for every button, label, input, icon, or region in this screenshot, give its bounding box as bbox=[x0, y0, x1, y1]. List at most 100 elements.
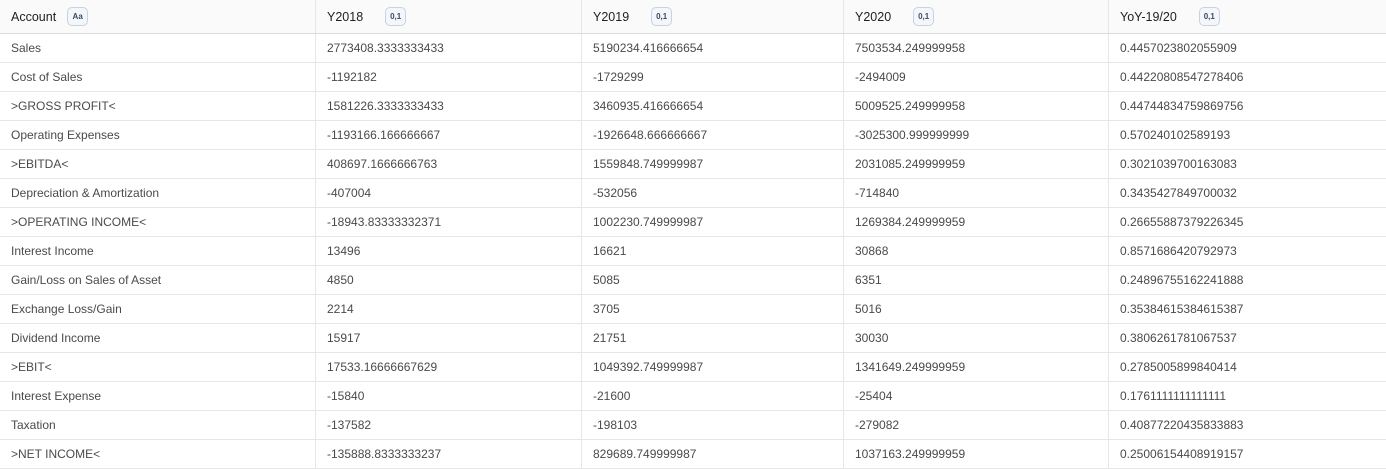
y2020-cell[interactable]: 1037163.249999959 bbox=[844, 440, 1109, 468]
table-row[interactable]: Cost of Sales -1192182 -1729299 -2494009… bbox=[0, 63, 1386, 92]
table-row[interactable]: >NET INCOME< -135888.8333333237 829689.7… bbox=[0, 440, 1386, 469]
y2019-cell[interactable]: -532056 bbox=[582, 179, 844, 207]
account-cell[interactable]: Interest Expense bbox=[0, 382, 316, 410]
yoy-cell[interactable]: 0.1761111111111111 bbox=[1109, 382, 1386, 410]
yoy-cell[interactable]: 0.44220808547278406 bbox=[1109, 63, 1386, 91]
y2018-cell[interactable]: 17533.16666667629 bbox=[316, 353, 582, 381]
account-cell[interactable]: Exchange Loss/Gain bbox=[0, 295, 316, 323]
y2019-cell[interactable]: 3705 bbox=[582, 295, 844, 323]
account-cell[interactable]: >GROSS PROFIT< bbox=[0, 92, 316, 120]
account-cell[interactable]: Sales bbox=[0, 34, 316, 62]
yoy-cell[interactable]: 0.4457023802055909 bbox=[1109, 34, 1386, 62]
y2018-cell[interactable]: -18943.83333332371 bbox=[316, 208, 582, 236]
y2020-cell[interactable]: -3025300.999999999 bbox=[844, 121, 1109, 149]
table-row[interactable]: Interest Income 13496 16621 30868 0.8571… bbox=[0, 237, 1386, 266]
y2018-cell[interactable]: 13496 bbox=[316, 237, 582, 265]
account-cell[interactable]: Depreciation & Amortization bbox=[0, 179, 316, 207]
table-row[interactable]: >EBIT< 17533.16666667629 1049392.7499999… bbox=[0, 353, 1386, 382]
account-cell[interactable]: >OPERATING INCOME< bbox=[0, 208, 316, 236]
table-row[interactable]: >EBITDA< 408697.1666666763 1559848.74999… bbox=[0, 150, 1386, 179]
y2020-cell[interactable]: 30030 bbox=[844, 324, 1109, 352]
number-type-icon[interactable]: 0,1 bbox=[385, 7, 407, 26]
y2019-cell[interactable]: -21600 bbox=[582, 382, 844, 410]
y2019-cell[interactable]: -198103 bbox=[582, 411, 844, 439]
y2018-cell[interactable]: -15840 bbox=[316, 382, 582, 410]
y2019-cell[interactable]: 1559848.749999987 bbox=[582, 150, 844, 178]
account-cell[interactable]: Dividend Income bbox=[0, 324, 316, 352]
y2018-cell[interactable]: 408697.1666666763 bbox=[316, 150, 582, 178]
table-row[interactable]: Exchange Loss/Gain 2214 3705 5016 0.3538… bbox=[0, 295, 1386, 324]
y2019-cell[interactable]: 1049392.749999987 bbox=[582, 353, 844, 381]
y2018-cell[interactable]: 4850 bbox=[316, 266, 582, 294]
number-type-icon[interactable]: 0,1 bbox=[651, 7, 673, 26]
table-row[interactable]: >GROSS PROFIT< 1581226.3333333433 346093… bbox=[0, 92, 1386, 121]
y2019-cell[interactable]: 3460935.416666654 bbox=[582, 92, 844, 120]
account-cell[interactable]: >EBITDA< bbox=[0, 150, 316, 178]
y2020-cell[interactable]: 1269384.249999959 bbox=[844, 208, 1109, 236]
table-row[interactable]: Depreciation & Amortization -407004 -532… bbox=[0, 179, 1386, 208]
yoy-cell[interactable]: 0.44744834759869756 bbox=[1109, 92, 1386, 120]
y2018-cell[interactable]: 2214 bbox=[316, 295, 582, 323]
y2020-cell[interactable]: -2494009 bbox=[844, 63, 1109, 91]
y2020-cell[interactable]: 1341649.249999959 bbox=[844, 353, 1109, 381]
yoy-cell[interactable]: 0.24896755162241888 bbox=[1109, 266, 1386, 294]
y2019-cell[interactable]: 5085 bbox=[582, 266, 844, 294]
yoy-cell[interactable]: 0.3021039700163083 bbox=[1109, 150, 1386, 178]
y2020-cell[interactable]: 6351 bbox=[844, 266, 1109, 294]
table-row[interactable]: Operating Expenses -1193166.166666667 -1… bbox=[0, 121, 1386, 150]
y2019-cell[interactable]: 21751 bbox=[582, 324, 844, 352]
account-cell[interactable]: Operating Expenses bbox=[0, 121, 316, 149]
table-row[interactable]: Dividend Income 15917 21751 30030 0.3806… bbox=[0, 324, 1386, 353]
y2019-cell[interactable]: 5190234.416666654 bbox=[582, 34, 844, 62]
column-header-y2019[interactable]: Y2019 0,1 bbox=[582, 0, 844, 33]
y2019-cell[interactable]: 1002230.749999987 bbox=[582, 208, 844, 236]
y2020-cell[interactable]: -279082 bbox=[844, 411, 1109, 439]
y2020-cell[interactable]: 30868 bbox=[844, 237, 1109, 265]
yoy-cell[interactable]: 0.8571686420792973 bbox=[1109, 237, 1386, 265]
y2018-cell[interactable]: -407004 bbox=[316, 179, 582, 207]
account-cell[interactable]: Cost of Sales bbox=[0, 63, 316, 91]
yoy-cell[interactable]: 0.3806261781067537 bbox=[1109, 324, 1386, 352]
table-row[interactable]: Sales 2773408.3333333433 5190234.4166666… bbox=[0, 34, 1386, 63]
y2018-cell[interactable]: -1192182 bbox=[316, 63, 582, 91]
yoy-cell[interactable]: 0.570240102589193 bbox=[1109, 121, 1386, 149]
y2018-cell[interactable]: -137582 bbox=[316, 411, 582, 439]
y2018-cell[interactable]: 1581226.3333333433 bbox=[316, 92, 582, 120]
yoy-cell[interactable]: 0.3435427849700032 bbox=[1109, 179, 1386, 207]
account-cell[interactable]: Gain/Loss on Sales of Asset bbox=[0, 266, 316, 294]
column-header-account[interactable]: Account Aa bbox=[0, 0, 316, 33]
column-header-y2018[interactable]: Y2018 0,1 bbox=[316, 0, 582, 33]
yoy-cell[interactable]: 0.2785005899840414 bbox=[1109, 353, 1386, 381]
y2019-cell[interactable]: -1926648.666666667 bbox=[582, 121, 844, 149]
table-row[interactable]: Gain/Loss on Sales of Asset 4850 5085 63… bbox=[0, 266, 1386, 295]
y2018-cell[interactable]: -135888.8333333237 bbox=[316, 440, 582, 468]
account-cell[interactable]: >NET INCOME< bbox=[0, 440, 316, 468]
y2019-cell[interactable]: -1729299 bbox=[582, 63, 844, 91]
text-type-icon[interactable]: Aa bbox=[67, 7, 89, 26]
y2018-cell[interactable]: -1193166.166666667 bbox=[316, 121, 582, 149]
yoy-cell[interactable]: 0.26655887379226345 bbox=[1109, 208, 1386, 236]
table-row[interactable]: >OPERATING INCOME< -18943.83333332371 10… bbox=[0, 208, 1386, 237]
y2020-cell[interactable]: 7503534.249999958 bbox=[844, 34, 1109, 62]
y2020-cell[interactable]: -25404 bbox=[844, 382, 1109, 410]
y2020-cell[interactable]: -714840 bbox=[844, 179, 1109, 207]
column-header-y2020[interactable]: Y2020 0,1 bbox=[844, 0, 1109, 33]
y2018-cell[interactable]: 15917 bbox=[316, 324, 582, 352]
account-cell[interactable]: Taxation bbox=[0, 411, 316, 439]
account-cell[interactable]: Interest Income bbox=[0, 237, 316, 265]
y2020-cell[interactable]: 5009525.249999958 bbox=[844, 92, 1109, 120]
column-header-yoy[interactable]: YoY-19/20 0,1 bbox=[1109, 0, 1386, 33]
account-cell[interactable]: >EBIT< bbox=[0, 353, 316, 381]
y2020-cell[interactable]: 5016 bbox=[844, 295, 1109, 323]
yoy-cell[interactable]: 0.40877220435833883 bbox=[1109, 411, 1386, 439]
table-row[interactable]: Taxation -137582 -198103 -279082 0.40877… bbox=[0, 411, 1386, 440]
table-row[interactable]: Interest Expense -15840 -21600 -25404 0.… bbox=[0, 382, 1386, 411]
y2019-cell[interactable]: 829689.749999987 bbox=[582, 440, 844, 468]
number-type-icon[interactable]: 0,1 bbox=[913, 7, 935, 26]
y2019-cell[interactable]: 16621 bbox=[582, 237, 844, 265]
y2018-cell[interactable]: 2773408.3333333433 bbox=[316, 34, 582, 62]
y2020-cell[interactable]: 2031085.249999959 bbox=[844, 150, 1109, 178]
yoy-cell[interactable]: 0.25006154408919157 bbox=[1109, 440, 1386, 468]
number-type-icon[interactable]: 0,1 bbox=[1198, 7, 1220, 26]
yoy-cell[interactable]: 0.35384615384615387 bbox=[1109, 295, 1386, 323]
